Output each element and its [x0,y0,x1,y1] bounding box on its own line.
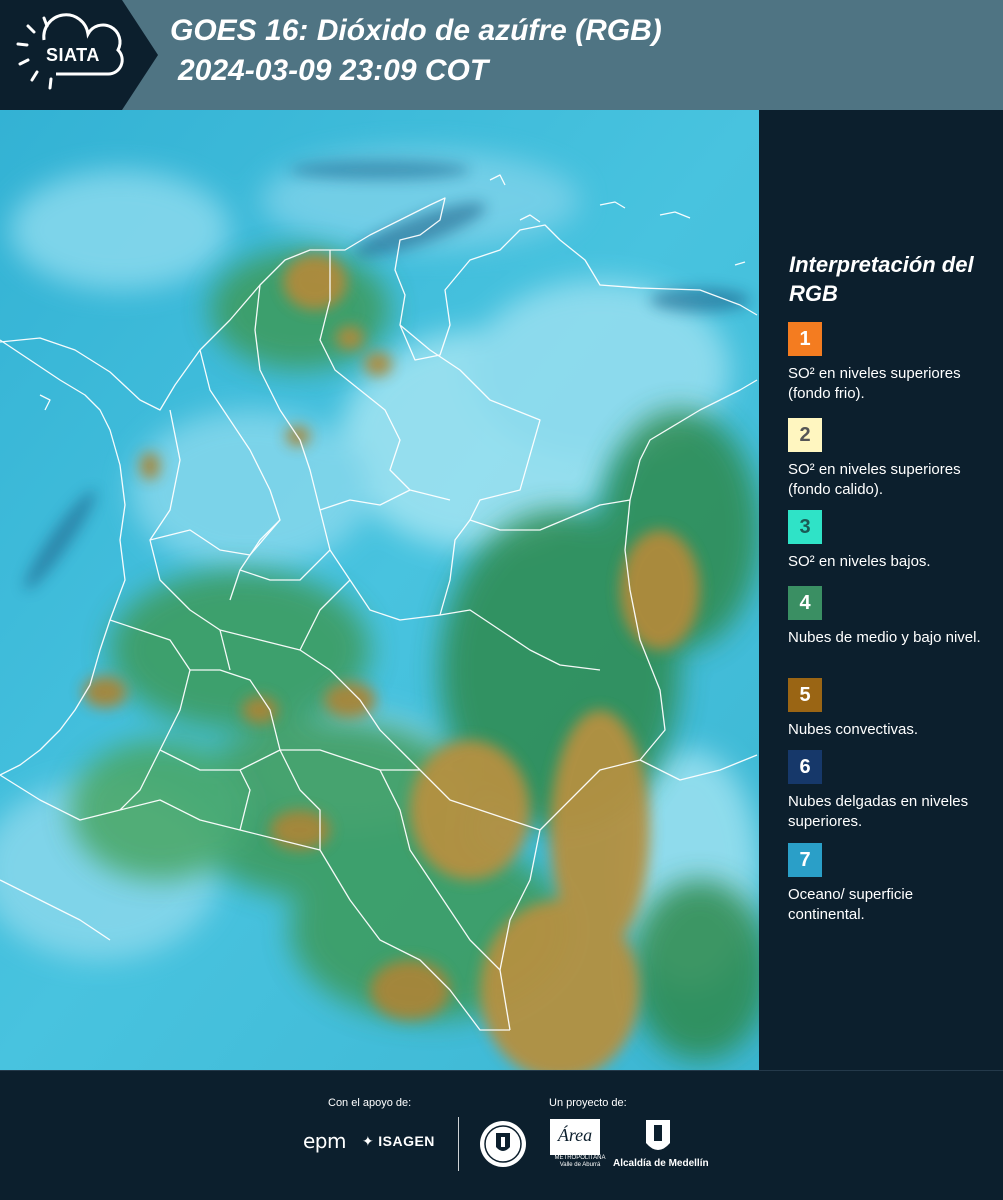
legend-item-4: 4 Nubes de medio y bajo nivel. [788,586,988,648]
isagen-icon: ✦ [362,1133,375,1149]
area-logo-text: Área [557,1124,592,1145]
legend-label: Oceano/ superficie continental. [788,886,914,923]
legend-number: 6 [799,755,811,778]
header: SIATA GOES 16: Dióxido de azúfre (RGB) 2… [0,0,1003,110]
legend-number: 1 [799,327,811,350]
legend-item-1: 1 SO² en niveles superiores (fondo frio)… [788,322,988,404]
legend-item-6: 6 Nubes delgadas en niveles superiores. [788,750,988,832]
legend-label: Nubes delgadas en niveles superiores. [788,793,969,830]
legend-item-7: 7 Oceano/ superficie continental. [788,843,988,925]
legend-label: SO² en niveles bajos. [788,553,931,570]
legend-swatch: 7 [788,843,822,877]
legend-label: Nubes convectivas. [788,721,919,738]
legend-number: 5 [799,683,811,706]
isagen-text: ISAGEN [378,1133,435,1149]
legend-item-3: 3 SO² en niveles bajos. [788,510,988,572]
satellite-map[interactable] [0,110,759,1070]
legend-swatch: 5 [788,678,822,712]
alcaldia-shield-icon [646,1120,670,1150]
page-timestamp: 2024-03-09 23:09 COT [178,54,489,87]
legend-number: 4 [799,591,811,614]
medellin-seal-icon [480,1121,526,1167]
legend-number: 3 [799,515,811,538]
legend-swatch: 2 [788,418,822,452]
legend-swatch: 3 [788,510,822,544]
footer-divider [458,1117,459,1171]
legend-item-5: 5 Nubes convectivas. [788,678,988,740]
project-label: Un proyecto de: [549,1097,627,1109]
legend-swatch: 6 [788,750,822,784]
legend-number: 7 [799,848,811,871]
legend-label: Nubes de medio y bajo nivel. [788,629,981,646]
isagen-logo: ✦ ISAGEN [362,1133,435,1150]
siata-logo-text: SIATA [46,45,100,65]
legend-label: SO² en niveles superiores (fondo frio). [788,365,961,402]
legend-number: 2 [799,423,811,446]
legend-swatch: 4 [788,586,822,620]
area-metropolitana-subtitle: METROPOLITANA Valle de Aburrá [554,1155,606,1168]
legend-panel: Interpretación del RGB 1 SO² en niveles … [762,110,1003,1070]
footer: Con el apoyo de: Un proyecto de: epm ✦ IS… [0,1070,1003,1200]
support-label: Con el apoyo de: [328,1097,412,1109]
page-title: GOES 16: Dióxido de azúfre (RGB) [170,14,662,47]
legend-title: Interpretación del RGB [789,252,974,306]
alcaldia-label: Alcaldía de Medellín [613,1158,709,1169]
epm-logo: epm [303,1129,346,1153]
legend-swatch: 1 [788,322,822,356]
legend-label: SO² en niveles superiores (fondo calido)… [788,461,961,498]
satellite-image [0,110,759,1070]
legend-item-2: 2 SO² en niveles superiores (fondo calid… [788,418,988,500]
siata-logo: SIATA [0,0,158,110]
area-metropolitana-logo: Área [550,1119,600,1155]
